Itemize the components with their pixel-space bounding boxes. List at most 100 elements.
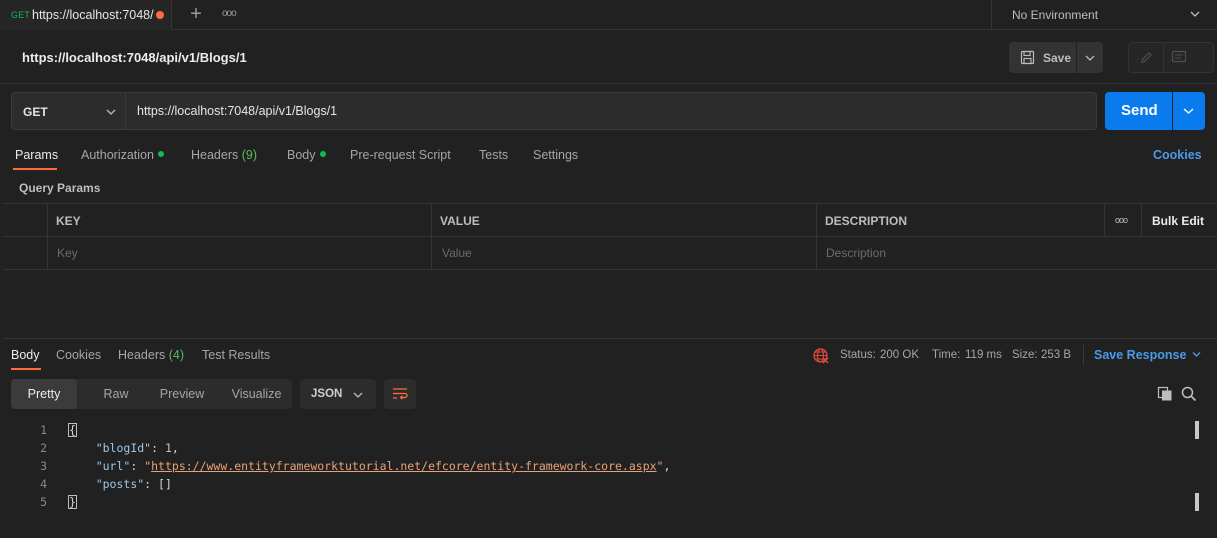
language-select[interactable]: JSON bbox=[300, 379, 376, 409]
active-tab-indicator bbox=[11, 368, 41, 370]
code-line: { bbox=[68, 423, 77, 437]
column-header-value: VALUE bbox=[440, 214, 480, 228]
send-button[interactable]: Send bbox=[1105, 92, 1172, 130]
json-key: "blogId" bbox=[95, 441, 152, 455]
url-input[interactable]: https://localhost:7048/api/v1/Blogs/1 bbox=[126, 92, 1097, 130]
headers-count: (9) bbox=[241, 148, 258, 162]
response-tab-cookies[interactable]: Cookies bbox=[56, 348, 101, 362]
globe-icon[interactable] bbox=[812, 347, 829, 364]
send-label: Send bbox=[1121, 102, 1158, 119]
key-input[interactable]: Key bbox=[57, 246, 78, 260]
response-tab-body[interactable]: Body bbox=[11, 348, 40, 362]
status-value[interactable]: 200 OK bbox=[880, 349, 919, 361]
status-dot-icon bbox=[157, 151, 164, 157]
tab-params[interactable]: Params bbox=[15, 148, 58, 162]
line-number: 1 bbox=[40, 423, 47, 437]
json-value: [] bbox=[158, 477, 172, 491]
save-options-button[interactable] bbox=[1077, 42, 1103, 73]
response-headers-count: (4) bbox=[168, 348, 185, 362]
divider bbox=[0, 83, 1217, 84]
edit-actions-group bbox=[1128, 42, 1214, 73]
json-key: "url" bbox=[95, 459, 131, 473]
request-tab[interactable]: GET https://localhost:7048/ bbox=[0, 0, 172, 30]
save-label: Save bbox=[1043, 51, 1072, 65]
tab-headers[interactable]: Headers (9) bbox=[191, 148, 257, 162]
chevron-down-icon bbox=[353, 392, 363, 398]
wrap-lines-button[interactable] bbox=[384, 379, 416, 409]
send-options-button[interactable] bbox=[1173, 92, 1205, 130]
chevron-down-icon bbox=[1190, 11, 1200, 17]
unsaved-dot-icon bbox=[156, 11, 164, 19]
new-tab-plus-icon[interactable]: + bbox=[186, 4, 206, 25]
search-icon[interactable] bbox=[1181, 386, 1197, 402]
description-input[interactable]: Description bbox=[826, 246, 886, 260]
divider bbox=[1104, 204, 1105, 236]
tab-authorization[interactable]: Authorization bbox=[81, 148, 164, 162]
line-number: 2 bbox=[40, 441, 47, 455]
line-number: 5 bbox=[40, 495, 47, 509]
tab-headers-label: Headers bbox=[191, 148, 239, 162]
close-brace[interactable]: } bbox=[68, 495, 77, 509]
size-label: Size: bbox=[1012, 349, 1038, 361]
tab-body-label: Body bbox=[287, 148, 316, 162]
copy-icon[interactable] bbox=[1157, 386, 1173, 402]
language-value: JSON bbox=[311, 388, 343, 400]
tab-title: https://localhost:7048/ bbox=[32, 8, 154, 22]
divider bbox=[3, 338, 1217, 339]
cookies-link[interactable]: Cookies bbox=[1153, 148, 1202, 162]
format-pretty-button[interactable]: Pretty bbox=[11, 379, 77, 409]
tab-prerequest-script[interactable]: Pre-request Script bbox=[350, 148, 451, 162]
tab-authorization-label: Authorization bbox=[81, 148, 154, 162]
wrap-lines-icon bbox=[393, 388, 408, 400]
time-value[interactable]: 119 ms bbox=[965, 349, 1002, 361]
json-url-link[interactable]: https://www.entityframeworktutorial.net/… bbox=[151, 459, 656, 473]
status-label: Status: bbox=[840, 349, 876, 361]
column-header-description: DESCRIPTION bbox=[825, 214, 908, 228]
divider bbox=[1141, 204, 1142, 236]
value-input[interactable]: Value bbox=[442, 246, 472, 260]
chevron-down-icon bbox=[106, 109, 116, 115]
bulk-edit-button[interactable]: Bulk Edit bbox=[1152, 214, 1204, 228]
code-line: "blogId": 1, bbox=[95, 441, 179, 455]
request-title[interactable]: https://localhost:7048/api/v1/Blogs/1 bbox=[22, 50, 247, 65]
response-tab-test-results[interactable]: Test Results bbox=[202, 348, 270, 362]
tab-method-badge: GET bbox=[11, 10, 31, 20]
response-tab-headers[interactable]: Headers (4) bbox=[118, 348, 184, 362]
chevron-down-icon bbox=[1085, 55, 1095, 61]
json-key: "posts" bbox=[95, 477, 145, 491]
tab-tests[interactable]: Tests bbox=[479, 148, 508, 162]
divider bbox=[47, 204, 48, 270]
save-response-button[interactable]: Save Response bbox=[1094, 348, 1201, 362]
environment-label: No Environment bbox=[1012, 8, 1099, 22]
scrollbar-thumb[interactable] bbox=[1195, 493, 1199, 511]
chevron-down-icon bbox=[1192, 352, 1201, 357]
line-number: 4 bbox=[40, 477, 47, 491]
divider bbox=[1083, 345, 1084, 365]
save-button[interactable]: Save bbox=[1009, 42, 1076, 73]
save-icon bbox=[1020, 50, 1035, 65]
pencil-icon[interactable] bbox=[1139, 50, 1154, 65]
more-options-icon[interactable]: ooo bbox=[1115, 215, 1128, 225]
save-response-label: Save Response bbox=[1094, 348, 1187, 362]
format-visualize-button[interactable]: Visualize bbox=[221, 379, 292, 409]
tab-body[interactable]: Body bbox=[287, 148, 326, 162]
comment-icon[interactable] bbox=[1171, 50, 1187, 65]
url-value: https://localhost:7048/api/v1/Blogs/1 bbox=[137, 104, 338, 118]
json-value: 1 bbox=[164, 441, 172, 455]
divider bbox=[1163, 43, 1164, 72]
body-format-switcher: Pretty Raw Preview Visualize bbox=[11, 379, 292, 409]
format-preview-button[interactable]: Preview bbox=[139, 379, 225, 409]
scrollbar-thumb[interactable] bbox=[1195, 421, 1199, 439]
tab-settings[interactable]: Settings bbox=[533, 148, 578, 162]
divider bbox=[431, 204, 432, 270]
column-header-key: KEY bbox=[56, 214, 81, 228]
more-tabs-icon[interactable]: ooo bbox=[222, 8, 240, 22]
query-params-table: KEY VALUE DESCRIPTION ooo Bulk Edit Key … bbox=[3, 203, 1217, 270]
code-line: } bbox=[68, 495, 77, 509]
size-value[interactable]: 253 B bbox=[1041, 349, 1071, 361]
response-tab-headers-label: Headers bbox=[118, 348, 166, 362]
method-select[interactable]: GET bbox=[11, 92, 126, 130]
open-brace[interactable]: { bbox=[68, 423, 77, 437]
environment-selector[interactable]: No Environment bbox=[991, 0, 1217, 30]
status-dot-icon bbox=[319, 151, 326, 157]
